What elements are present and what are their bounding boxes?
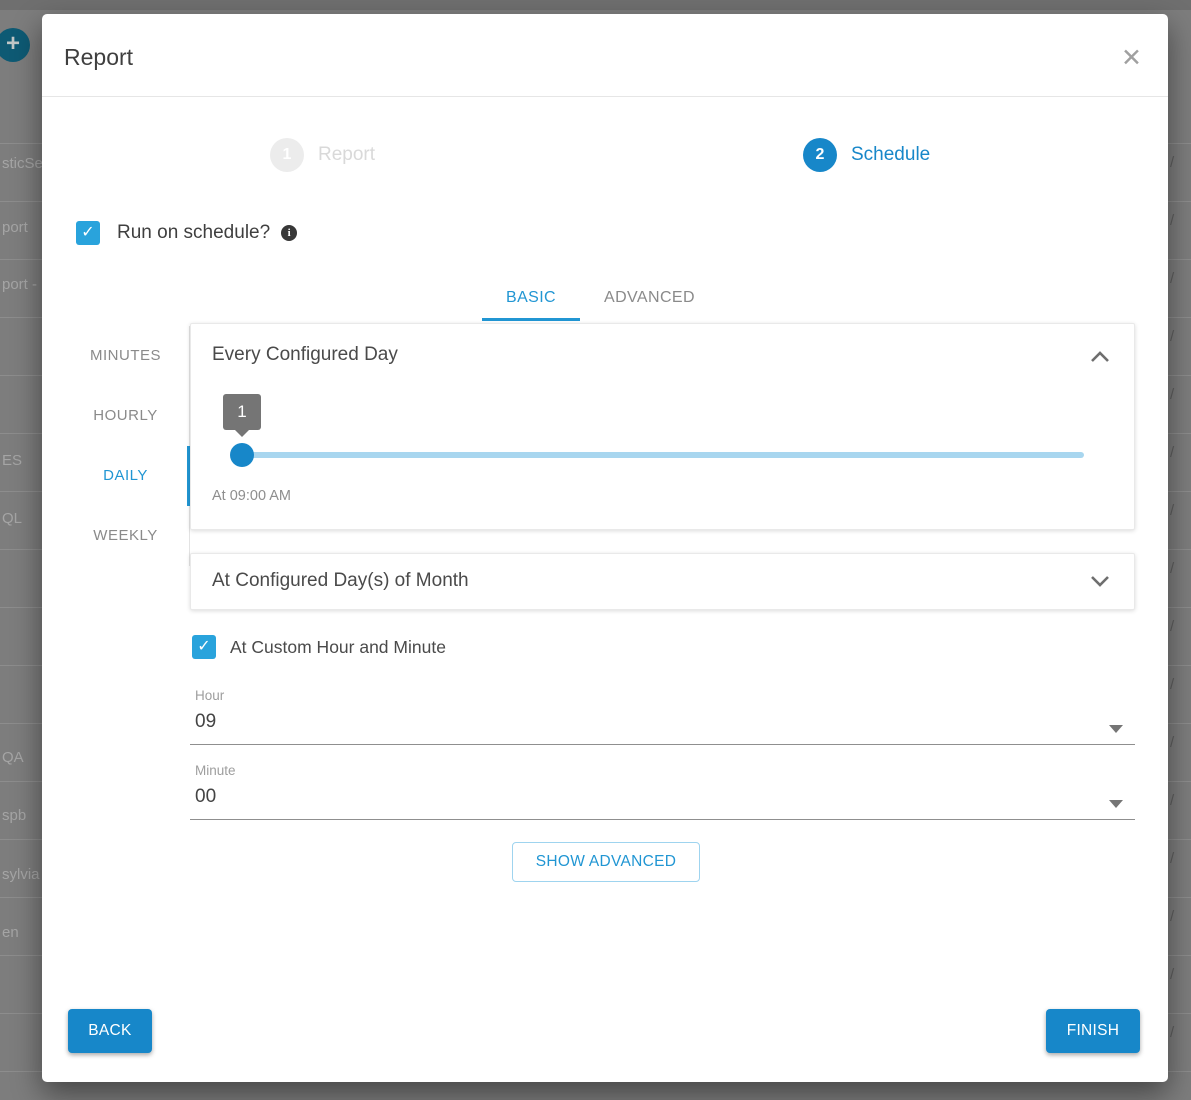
- chevron-down-icon[interactable]: [1090, 574, 1110, 593]
- finish-button[interactable]: FINISH: [1046, 1009, 1140, 1053]
- tab-weekly[interactable]: WEEKLY: [62, 506, 189, 566]
- tab-basic[interactable]: BASIC: [482, 278, 580, 321]
- background-row-mark-icon: /: [1170, 270, 1174, 287]
- day-of-month-panel[interactable]: At Configured Day(s) of Month: [190, 553, 1135, 610]
- custom-hour-minute-row: ✓ At Custom Hour and Minute: [192, 635, 446, 659]
- background-row-mark-icon: /: [1170, 386, 1174, 403]
- background-text-fragment: port: [2, 219, 28, 236]
- panel-title: Every Configured Day: [212, 344, 398, 366]
- hour-select-underline: [190, 744, 1135, 745]
- tab-hourly[interactable]: HOURLY: [62, 386, 189, 446]
- slider-time-label: At 09:00 AM: [212, 488, 291, 504]
- run-on-schedule-label: Run on schedule?: [117, 222, 270, 244]
- background-row-mark-icon: /: [1170, 502, 1174, 519]
- minute-dropdown-arrow-icon[interactable]: [1109, 800, 1123, 815]
- background-row-mark-icon: /: [1170, 154, 1174, 171]
- hour-select-value[interactable]: 09: [195, 711, 216, 733]
- hour-field-label: Hour: [195, 688, 224, 703]
- minute-select-value[interactable]: 00: [195, 786, 216, 808]
- close-icon[interactable]: ✕: [1121, 43, 1142, 73]
- every-configured-day-panel: Every Configured Day 1 At 09:00 AM: [190, 323, 1135, 530]
- background-text-fragment: QL: [2, 510, 22, 527]
- run-on-schedule-checkbox[interactable]: ✓: [76, 221, 100, 245]
- background-row-mark-icon: /: [1170, 792, 1174, 809]
- day-slider-track[interactable]: [242, 452, 1084, 458]
- show-advanced-button[interactable]: SHOW ADVANCED: [512, 842, 700, 882]
- step-label: Report: [318, 144, 375, 166]
- chevron-up-icon[interactable]: [1090, 350, 1110, 369]
- panel-title: At Configured Day(s) of Month: [212, 570, 469, 592]
- background-row-mark-icon: /: [1170, 560, 1174, 577]
- day-slider-handle[interactable]: [230, 443, 254, 467]
- background-text-fragment: port - I: [2, 276, 45, 293]
- background-text-fragment: ES: [2, 452, 22, 469]
- tab-advanced[interactable]: ADVANCED: [580, 278, 719, 321]
- info-icon[interactable]: i: [281, 225, 297, 241]
- stepper-step-report[interactable]: 1 Report: [270, 138, 375, 172]
- minute-field-label: Minute: [195, 763, 236, 778]
- modal-title: Report: [64, 44, 133, 71]
- stepper-step-schedule[interactable]: 2 Schedule: [803, 138, 930, 172]
- tab-minutes[interactable]: MINUTES: [62, 326, 189, 386]
- step-number-badge: 2: [803, 138, 837, 172]
- background-row-mark-icon: /: [1170, 676, 1174, 693]
- background-row-mark-icon: /: [1170, 850, 1174, 867]
- frequency-tabs: MINUTES HOURLY DAILY WEEKLY: [62, 326, 190, 566]
- back-button[interactable]: BACK: [68, 1009, 152, 1053]
- custom-hour-minute-label: At Custom Hour and Minute: [230, 637, 446, 658]
- background-text-fragment: en: [2, 924, 19, 941]
- tab-daily[interactable]: DAILY: [62, 446, 189, 506]
- step-label: Schedule: [851, 144, 930, 166]
- step-number-badge: 1: [270, 138, 304, 172]
- add-button-icon[interactable]: +: [0, 28, 30, 62]
- minute-select-underline: [190, 819, 1135, 820]
- background-row-mark-icon: /: [1170, 444, 1174, 461]
- background-row-mark-icon: /: [1170, 212, 1174, 229]
- background-text-fragment: QA: [2, 749, 24, 766]
- background-row-mark-icon: /: [1170, 328, 1174, 345]
- modal-header: Report ✕: [42, 14, 1168, 97]
- schedule-mode-tabs: BASIC ADVANCED: [482, 278, 719, 321]
- custom-hour-minute-checkbox[interactable]: ✓: [192, 635, 216, 659]
- background-topbar: [0, 0, 1191, 10]
- background-row-mark-icon: /: [1170, 734, 1174, 751]
- background-row-mark-icon: /: [1170, 1024, 1174, 1041]
- hour-dropdown-arrow-icon[interactable]: [1109, 725, 1123, 740]
- background-row-mark-icon: /: [1170, 908, 1174, 925]
- slider-value-tooltip: 1: [223, 394, 261, 430]
- background-text-fragment: spb: [2, 807, 26, 824]
- background-text-fragment: sylvia: [2, 866, 40, 883]
- background-row-mark-icon: /: [1170, 618, 1174, 635]
- report-modal-dialog: Report ✕ 1 Report 2 Schedule ✓ Run on sc…: [42, 14, 1168, 1082]
- background-row-mark-icon: /: [1170, 966, 1174, 983]
- run-on-schedule-row: ✓ Run on schedule? i: [76, 221, 297, 245]
